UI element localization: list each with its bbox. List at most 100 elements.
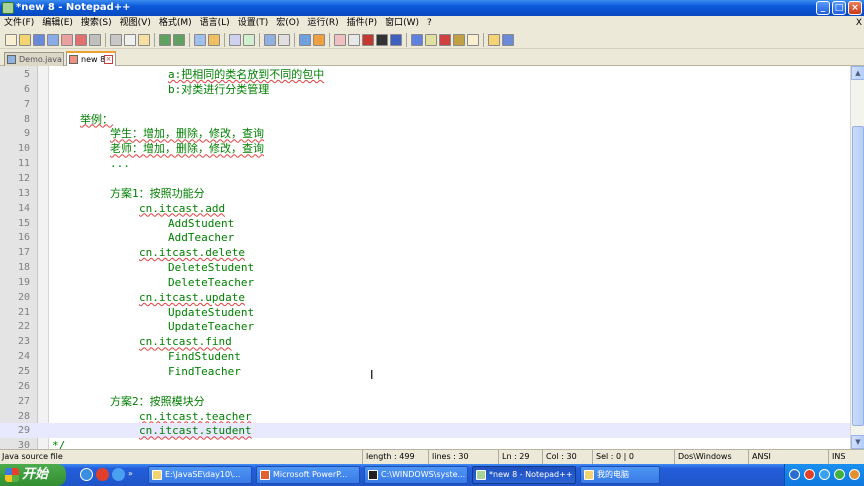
unsaved-file-icon	[69, 55, 78, 64]
code-line[interactable]: 13 方案1：按照功能分	[0, 186, 850, 201]
zoom-out-icon[interactable]	[243, 34, 255, 46]
tab-demo-java[interactable]: Demo.java	[4, 52, 64, 66]
code-line[interactable]: 28 cn.itcast.teacher	[0, 409, 850, 424]
scroll-thumb[interactable]	[852, 126, 864, 426]
spellcheck-settings-icon[interactable]	[502, 34, 514, 46]
copy-icon[interactable]	[124, 34, 136, 46]
code-line[interactable]: 30 */	[0, 438, 850, 449]
menu-edit[interactable]: 编辑(E)	[38, 16, 77, 31]
zoom-in-icon[interactable]	[229, 34, 241, 46]
doc-map-icon[interactable]	[362, 34, 374, 46]
tray-ime-icon[interactable]	[819, 469, 830, 480]
start-button[interactable]: 开始	[0, 464, 66, 486]
scroll-down-icon[interactable]: ▼	[851, 435, 864, 449]
code-line[interactable]: 5 a:把相同的类名放到不同的包中	[0, 67, 850, 82]
tray-network-icon[interactable]	[789, 469, 800, 480]
close-all-icon[interactable]	[75, 34, 87, 46]
replace-icon[interactable]	[208, 34, 220, 46]
tray-app-icon[interactable]	[834, 469, 845, 480]
code-line[interactable]: 24 FindStudent	[0, 349, 850, 364]
code-line[interactable]: 7	[0, 97, 850, 112]
menu-macro[interactable]: 宏(O)	[272, 16, 303, 31]
maximize-button[interactable]: □	[832, 1, 846, 15]
cut-icon[interactable]	[110, 34, 122, 46]
browser-icon[interactable]	[96, 468, 109, 481]
find-icon[interactable]	[194, 34, 206, 46]
menu-view[interactable]: 视图(V)	[116, 16, 155, 31]
ie-icon[interactable]	[112, 468, 125, 481]
code-line[interactable]: 6 b:对类进行分类管理	[0, 82, 850, 97]
code-line[interactable]: 12	[0, 171, 850, 186]
editor-area[interactable]: 5 a:把相同的类名放到不同的包中 6 b:对类进行分类管理 7 8 举例： 9 学生：增加，删…	[0, 66, 850, 449]
save-macro-icon[interactable]	[467, 34, 479, 46]
code-line[interactable]: 25 FindTeacher	[0, 364, 850, 379]
code-line[interactable]: 17 cn.itcast.delete	[0, 245, 850, 260]
menu-search[interactable]: 搜索(S)	[77, 16, 116, 31]
code-line[interactable]: 19 DeleteTeacher	[0, 275, 850, 290]
all-chars-icon[interactable]	[313, 34, 325, 46]
paste-icon[interactable]	[138, 34, 150, 46]
code-line[interactable]: 10 老师：增加，删除，修改，查询	[0, 141, 850, 156]
save-icon[interactable]	[33, 34, 45, 46]
menu-help[interactable]: ?	[423, 16, 436, 31]
lang-icon[interactable]	[348, 34, 360, 46]
indent-guide-icon[interactable]	[334, 34, 346, 46]
task-my-computer[interactable]: 我的电脑	[580, 466, 660, 484]
code-line[interactable]: 14 cn.itcast.add	[0, 201, 850, 216]
vertical-scrollbar[interactable]: ▲ ▼	[850, 66, 864, 449]
menu-window[interactable]: 窗口(W)	[381, 16, 423, 31]
code-line[interactable]: 8 举例：	[0, 112, 850, 127]
code-line[interactable]: 9 学生：增加，删除，修改，查询	[0, 126, 850, 141]
redo-icon[interactable]	[173, 34, 185, 46]
code-line[interactable]: 26	[0, 379, 850, 394]
close-document-button[interactable]: X	[856, 18, 862, 28]
tray-antivirus-icon[interactable]	[804, 469, 815, 480]
menu-run[interactable]: 运行(R)	[303, 16, 342, 31]
task-powerpoint[interactable]: Microsoft PowerP...	[256, 466, 360, 484]
sync-v-icon[interactable]	[264, 34, 276, 46]
code-line[interactable]: 27 方案2：按照模块分	[0, 394, 850, 409]
menu-format[interactable]: 格式(M)	[155, 16, 196, 31]
scroll-up-icon[interactable]: ▲	[851, 66, 864, 80]
code-line[interactable]: 22 UpdateTeacher	[0, 319, 850, 334]
print-icon[interactable]	[89, 34, 101, 46]
undo-icon[interactable]	[159, 34, 171, 46]
play-icon[interactable]	[439, 34, 451, 46]
menu-plugins[interactable]: 插件(P)	[343, 16, 381, 31]
code-line[interactable]: 11...	[0, 156, 850, 171]
tab-close-icon[interactable]: ×	[104, 55, 113, 64]
stop-icon[interactable]	[425, 34, 437, 46]
menu-settings[interactable]: 设置(T)	[234, 16, 273, 31]
task-cmd[interactable]: C:\WINDOWS\syste...	[364, 466, 468, 484]
save-all-icon[interactable]	[47, 34, 59, 46]
minimize-button[interactable]: _	[816, 1, 830, 15]
sync-h-icon[interactable]	[278, 34, 290, 46]
quicklaunch-chevron-icon[interactable]: »	[128, 470, 136, 478]
folder-icon[interactable]	[390, 34, 402, 46]
task-notepad-plus-plus[interactable]: *new 8 - Notepad++	[472, 466, 576, 484]
code-line[interactable]: 29 cn.itcast.student	[0, 423, 850, 439]
show-desktop-icon[interactable]	[80, 468, 93, 481]
task-explorer-day10[interactable]: E:\JavaSE\day10\...	[148, 466, 252, 484]
play-multi-icon[interactable]	[453, 34, 465, 46]
code-line[interactable]: 18 DeleteStudent	[0, 260, 850, 275]
tab-new-8[interactable]: new 8 ×	[66, 51, 116, 66]
code-line[interactable]: 23 cn.itcast.find	[0, 334, 850, 349]
code-line[interactable]: 21 UpdateStudent	[0, 305, 850, 320]
wrap-icon[interactable]	[299, 34, 311, 46]
close-icon[interactable]	[61, 34, 73, 46]
code-line[interactable]: 16 AddTeacher	[0, 230, 850, 245]
code-line[interactable]: 15 AddStudent	[0, 216, 850, 231]
spellcheck-icon[interactable]	[488, 34, 500, 46]
new-file-icon[interactable]	[5, 34, 17, 46]
open-file-icon[interactable]	[19, 34, 31, 46]
menu-language[interactable]: 语言(L)	[196, 16, 234, 31]
saved-file-icon	[7, 55, 16, 64]
func-list-icon[interactable]	[376, 34, 388, 46]
code-line[interactable]: 20 cn.itcast.update	[0, 290, 850, 305]
record-icon[interactable]	[411, 34, 423, 46]
close-button[interactable]: ×	[848, 1, 862, 15]
title-bar[interactable]: *new 8 - Notepad++ _ □ ×	[0, 0, 864, 16]
tray-volume-icon[interactable]	[849, 469, 860, 480]
menu-file[interactable]: 文件(F)	[0, 16, 38, 31]
